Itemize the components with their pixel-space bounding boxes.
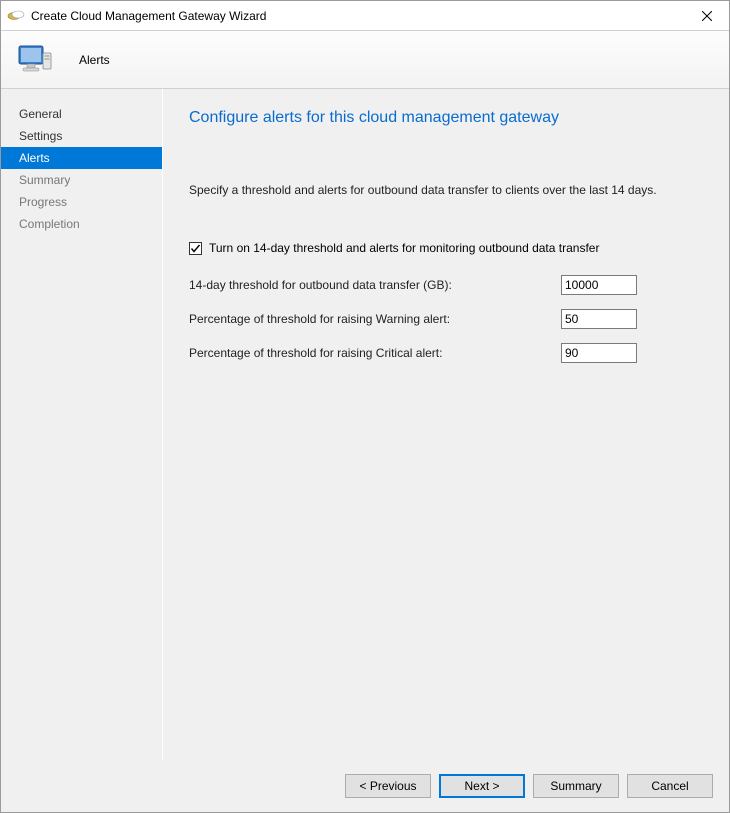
enable-alerts-checkbox[interactable] bbox=[189, 242, 202, 255]
sidebar-item-general[interactable]: General bbox=[1, 103, 162, 125]
wizard-steps-sidebar: General Settings Alerts Summary Progress… bbox=[1, 89, 163, 760]
window-title: Create Cloud Management Gateway Wizard bbox=[31, 9, 684, 23]
banner: Alerts bbox=[1, 31, 729, 89]
threshold-row: 14-day threshold for outbound data trans… bbox=[189, 275, 701, 295]
cancel-button[interactable]: Cancel bbox=[627, 774, 713, 798]
app-icon bbox=[7, 7, 25, 25]
sidebar-item-alerts[interactable]: Alerts bbox=[1, 147, 162, 169]
intro-text: Specify a threshold and alerts for outbo… bbox=[189, 183, 701, 197]
banner-title: Alerts bbox=[79, 53, 110, 67]
footer: < Previous Next > Summary Cancel bbox=[1, 760, 729, 812]
computer-icon bbox=[15, 40, 55, 80]
warning-row: Percentage of threshold for raising Warn… bbox=[189, 309, 701, 329]
wizard-window: Create Cloud Management Gateway Wizard A… bbox=[0, 0, 730, 813]
enable-alerts-row: Turn on 14-day threshold and alerts for … bbox=[189, 241, 701, 255]
close-icon bbox=[702, 11, 712, 21]
main-panel: Configure alerts for this cloud manageme… bbox=[163, 89, 729, 760]
warning-input[interactable] bbox=[561, 309, 637, 329]
close-button[interactable] bbox=[684, 1, 729, 30]
body-area: General Settings Alerts Summary Progress… bbox=[1, 89, 729, 760]
previous-button[interactable]: < Previous bbox=[345, 774, 431, 798]
warning-label: Percentage of threshold for raising Warn… bbox=[189, 312, 561, 326]
sidebar-item-progress[interactable]: Progress bbox=[1, 191, 162, 213]
critical-row: Percentage of threshold for raising Crit… bbox=[189, 343, 701, 363]
threshold-label: 14-day threshold for outbound data trans… bbox=[189, 278, 561, 292]
enable-alerts-label: Turn on 14-day threshold and alerts for … bbox=[209, 241, 599, 255]
critical-label: Percentage of threshold for raising Crit… bbox=[189, 346, 561, 360]
critical-input[interactable] bbox=[561, 343, 637, 363]
summary-button[interactable]: Summary bbox=[533, 774, 619, 798]
titlebar: Create Cloud Management Gateway Wizard bbox=[1, 1, 729, 31]
page-heading: Configure alerts for this cloud manageme… bbox=[189, 109, 701, 127]
sidebar-item-settings[interactable]: Settings bbox=[1, 125, 162, 147]
checkmark-icon bbox=[190, 243, 201, 254]
threshold-input[interactable] bbox=[561, 275, 637, 295]
next-button[interactable]: Next > bbox=[439, 774, 525, 798]
sidebar-item-summary[interactable]: Summary bbox=[1, 169, 162, 191]
sidebar-item-completion[interactable]: Completion bbox=[1, 213, 162, 235]
